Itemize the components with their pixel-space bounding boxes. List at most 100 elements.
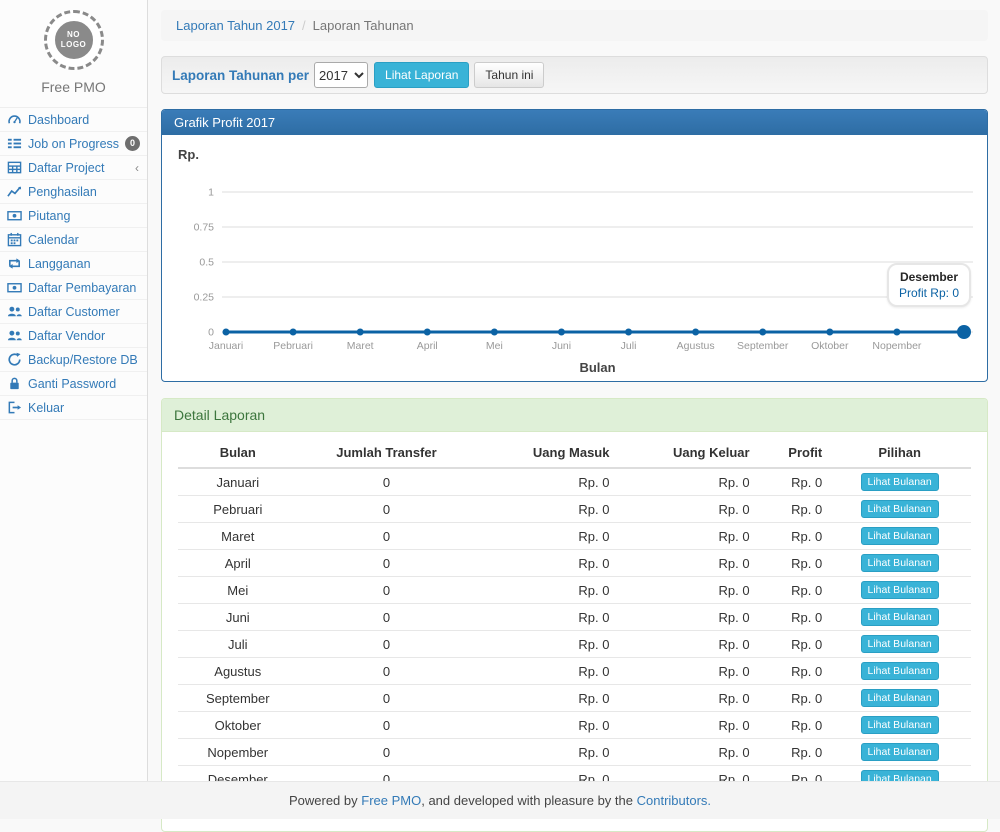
- sidebar-item-backup-restore[interactable]: Backup/Restore DB: [0, 348, 147, 372]
- svg-text:Pebruari: Pebruari: [273, 340, 313, 352]
- svg-text:Januari: Januari: [209, 340, 243, 352]
- cell-uang-masuk: Rp. 0: [475, 496, 615, 523]
- page-footer: Powered by Free PMO, and developed with …: [0, 781, 1000, 819]
- col-uang-masuk: Uang Masuk: [475, 438, 615, 468]
- sidebar-item-calendar[interactable]: Calendar: [0, 228, 147, 252]
- cell-uang-masuk: Rp. 0: [475, 712, 615, 739]
- cell-uang-masuk: Rp. 0: [475, 577, 615, 604]
- sidebar-item-ganti-password[interactable]: Ganti Password: [0, 372, 147, 396]
- svg-text:Agustus: Agustus: [677, 340, 715, 352]
- lihat-bulanan-button[interactable]: Lihat Bulanan: [861, 689, 939, 707]
- line-chart-icon: [7, 184, 22, 199]
- logo-line1: NO: [67, 30, 80, 40]
- cell-month: Juni: [178, 604, 298, 631]
- sidebar-item-daftar-vendor[interactable]: Daftar Vendor: [0, 324, 147, 348]
- sidebar-item-label: Daftar Customer: [28, 305, 120, 319]
- table-row: Juli0Rp. 0Rp. 0Rp. 0Lihat Bulanan: [178, 631, 971, 658]
- sidebar-item-daftar-customer[interactable]: Daftar Customer: [0, 300, 147, 324]
- report-filter-toolbar: Laporan Tahunan per 2017 Lihat Laporan T…: [161, 56, 988, 94]
- chevron-left-icon: ‹: [135, 162, 139, 174]
- table-row: September0Rp. 0Rp. 0Rp. 0Lihat Bulanan: [178, 685, 971, 712]
- sidebar-item-daftar-project[interactable]: Daftar Project ‹: [0, 156, 147, 180]
- svg-text:Juni: Juni: [552, 340, 571, 352]
- cell-uang-keluar: Rp. 0: [615, 658, 755, 685]
- sidebar-item-daftar-pembayaran[interactable]: Daftar Pembayaran: [0, 276, 147, 300]
- cell-profit: Rp. 0: [756, 496, 829, 523]
- sidebar-item-label: Langganan: [28, 257, 91, 271]
- cell-profit: Rp. 0: [756, 550, 829, 577]
- tooltip-month: Desember: [899, 270, 959, 284]
- brand-name: Free PMO: [0, 79, 147, 95]
- lihat-bulanan-button[interactable]: Lihat Bulanan: [861, 473, 939, 491]
- sidebar-item-dashboard[interactable]: Dashboard: [0, 108, 147, 132]
- table-row: Maret0Rp. 0Rp. 0Rp. 0Lihat Bulanan: [178, 523, 971, 550]
- cell-uang-keluar: Rp. 0: [615, 604, 755, 631]
- detail-laporan-panel: Detail Laporan Bulan Jumlah Transfer Uan…: [161, 398, 988, 832]
- sidebar-item-langganan[interactable]: Langganan: [0, 252, 147, 276]
- breadcrumb-separator: /: [302, 18, 306, 33]
- toolbar-label: Laporan Tahunan per: [172, 68, 309, 83]
- cell-transfer-count: 0: [298, 496, 476, 523]
- cell-action: Lihat Bulanan: [828, 550, 971, 577]
- lihat-bulanan-button[interactable]: Lihat Bulanan: [861, 527, 939, 545]
- lihat-bulanan-button[interactable]: Lihat Bulanan: [861, 581, 939, 599]
- cell-uang-keluar: Rp. 0: [615, 685, 755, 712]
- lihat-bulanan-button[interactable]: Lihat Bulanan: [861, 635, 939, 653]
- cell-uang-masuk: Rp. 0: [475, 468, 615, 496]
- logo-line2: LOGO: [61, 40, 87, 50]
- free-pmo-link[interactable]: Free PMO: [361, 793, 421, 808]
- cell-month: Agustus: [178, 658, 298, 685]
- lock-icon: [7, 376, 22, 391]
- cell-month: April: [178, 550, 298, 577]
- lihat-laporan-button[interactable]: Lihat Laporan: [374, 62, 469, 88]
- sidebar-item-piutang[interactable]: Piutang: [0, 204, 147, 228]
- svg-text:0: 0: [208, 327, 214, 339]
- year-select[interactable]: 2017: [314, 62, 368, 88]
- cell-uang-keluar: Rp. 0: [615, 712, 755, 739]
- lihat-bulanan-button[interactable]: Lihat Bulanan: [861, 662, 939, 680]
- cell-uang-keluar: Rp. 0: [615, 577, 755, 604]
- svg-text:September: September: [737, 340, 789, 352]
- cell-month: September: [178, 685, 298, 712]
- cell-month: Maret: [178, 523, 298, 550]
- lihat-bulanan-button[interactable]: Lihat Bulanan: [861, 500, 939, 518]
- cell-profit: Rp. 0: [756, 658, 829, 685]
- cell-action: Lihat Bulanan: [828, 577, 971, 604]
- cell-month: Januari: [178, 468, 298, 496]
- cell-profit: Rp. 0: [756, 468, 829, 496]
- profit-chart-svg[interactable]: 10.750.50.250JanuariPebruariMaretAprilMe…: [178, 164, 978, 376]
- cell-transfer-count: 0: [298, 468, 476, 496]
- lihat-bulanan-button[interactable]: Lihat Bulanan: [861, 716, 939, 734]
- svg-text:Oktober: Oktober: [811, 340, 849, 352]
- col-bulan: Bulan: [178, 438, 298, 468]
- table-header-row: Bulan Jumlah Transfer Uang Masuk Uang Ke…: [178, 438, 971, 468]
- sidebar-item-label: Daftar Vendor: [28, 329, 105, 343]
- sidebar-item-penghasilan[interactable]: Penghasilan: [0, 180, 147, 204]
- cell-profit: Rp. 0: [756, 712, 829, 739]
- contributors-link[interactable]: Contributors.: [637, 793, 711, 808]
- chart-body: Rp. 10.750.50.250JanuariPebruariMaretApr…: [162, 135, 987, 381]
- sidebar-item-keluar[interactable]: Keluar: [0, 396, 147, 420]
- sidebar-item-label: Daftar Project: [28, 161, 104, 175]
- svg-text:0.25: 0.25: [194, 292, 215, 304]
- svg-text:Nopember: Nopember: [872, 340, 922, 352]
- cell-action: Lihat Bulanan: [828, 631, 971, 658]
- brand: NO LOGO Free PMO: [0, 0, 147, 107]
- chart-tooltip: Desember Profit Rp: 0: [887, 263, 971, 307]
- lihat-bulanan-button[interactable]: Lihat Bulanan: [861, 743, 939, 761]
- retweet-icon: [7, 256, 22, 271]
- cell-month: Mei: [178, 577, 298, 604]
- cell-transfer-count: 0: [298, 712, 476, 739]
- cell-uang-masuk: Rp. 0: [475, 658, 615, 685]
- breadcrumb-link-laporan-tahun[interactable]: Laporan Tahun 2017: [176, 18, 295, 33]
- sidebar-item-job-on-progress[interactable]: Job on Progress 0: [0, 132, 147, 156]
- lihat-bulanan-button[interactable]: Lihat Bulanan: [861, 608, 939, 626]
- cell-action: Lihat Bulanan: [828, 658, 971, 685]
- cell-uang-keluar: Rp. 0: [615, 550, 755, 577]
- cell-transfer-count: 0: [298, 523, 476, 550]
- lihat-bulanan-button[interactable]: Lihat Bulanan: [861, 554, 939, 572]
- breadcrumb: Laporan Tahun 2017/Laporan Tahunan: [161, 10, 988, 41]
- tahun-ini-button[interactable]: Tahun ini: [474, 62, 544, 88]
- report-table: Bulan Jumlah Transfer Uang Masuk Uang Ke…: [178, 438, 971, 817]
- table-row: Juni0Rp. 0Rp. 0Rp. 0Lihat Bulanan: [178, 604, 971, 631]
